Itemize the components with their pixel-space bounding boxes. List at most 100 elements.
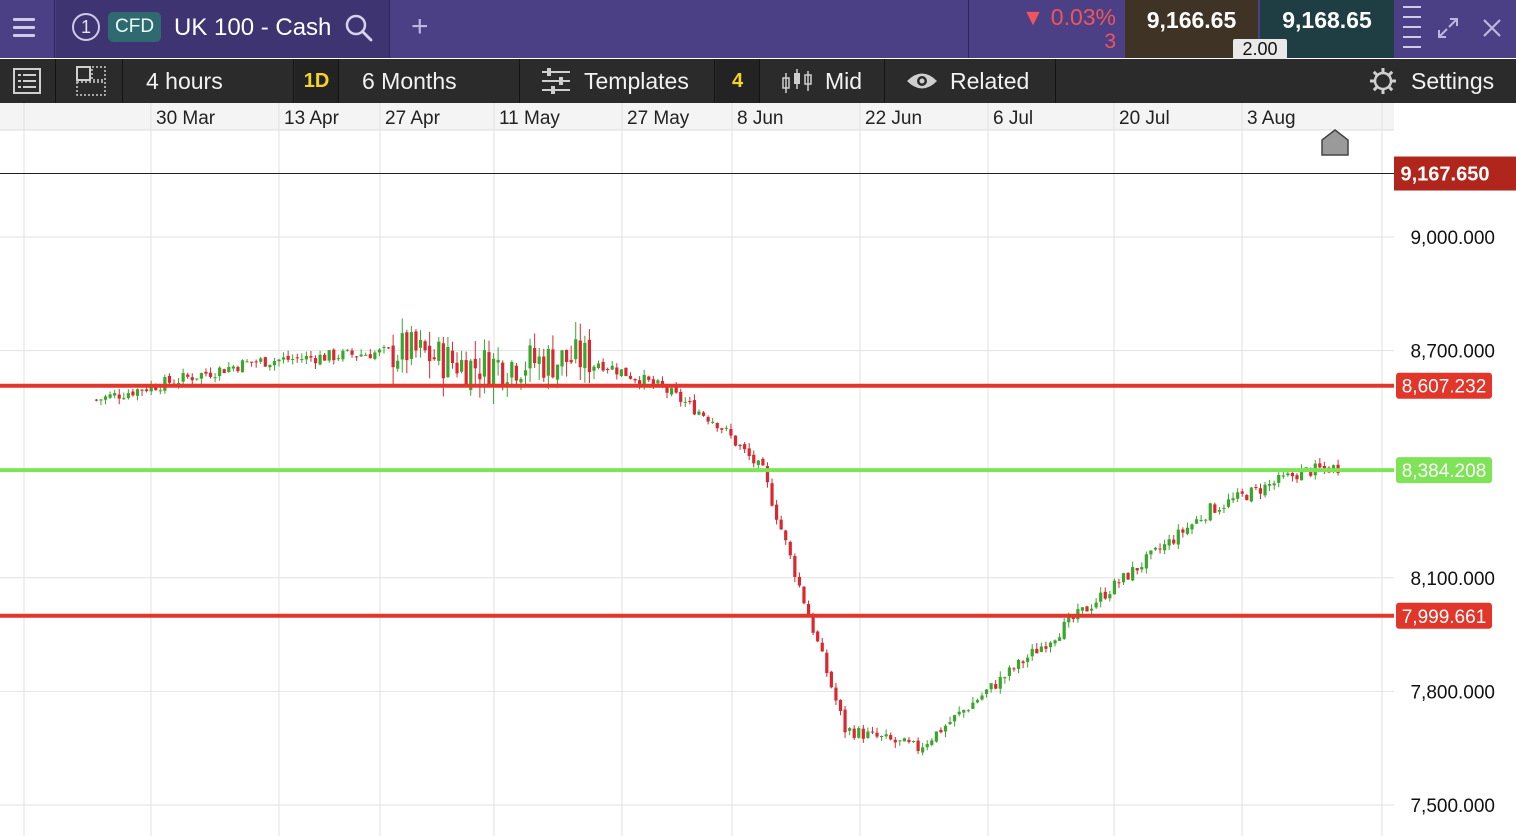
expand-icon[interactable] [1436,16,1460,40]
candle-body [962,710,966,713]
candle-body [1016,659,1021,669]
candle-body [943,725,948,732]
candle-body [889,735,893,740]
layout-button[interactable] [57,59,123,103]
candle-body [181,372,185,382]
candle-body [190,377,194,381]
candle-body [930,740,934,745]
candle-body [1258,488,1263,494]
candle-body [236,366,240,372]
candle-body [1062,621,1066,639]
candle-body [291,358,295,360]
chart-list-button[interactable] [0,59,56,103]
price-type-label: Mid [825,68,863,94]
candle-body [332,349,336,361]
candle-body [784,530,788,541]
candle-body [706,416,710,422]
candle-body [135,389,140,396]
y-tick-label: 7,800.000 [1410,682,1495,703]
candle-body [409,332,413,359]
close-icon[interactable] [1480,16,1504,40]
candle-body [158,390,162,392]
candle-body [569,359,573,363]
interval-1d-button[interactable]: 1D [295,59,339,103]
candle-body [925,744,929,748]
x-tick-label: 8 Jun [737,108,783,129]
candle-body [797,576,802,586]
range-dropdown[interactable]: 6 Months [340,59,520,103]
candle-body [450,350,455,363]
drag-grip[interactable] [1398,0,1426,58]
related-button[interactable]: Related [886,59,1056,103]
candle-body [254,361,258,363]
candle-body [1103,591,1107,599]
candle-body [542,356,546,378]
candle-body [1290,472,1295,477]
x-tick-label: 22 Jun [865,108,922,129]
candle-body [1176,529,1180,545]
tab-number-badge: 1 [72,13,100,41]
candle-body [980,695,984,700]
interval-dropdown[interactable]: 4 hours [124,59,294,103]
candle-body [245,361,249,363]
candle-body [491,358,496,387]
candle-body [1208,503,1212,521]
candle-body [1121,573,1126,583]
candle-body [770,483,774,506]
candle-body [551,349,555,378]
change-percent: ▼ 0.03% [1021,4,1116,30]
candle-body [564,349,569,363]
price-chart[interactable]: 30 Mar 13 Apr 27 Apr 11 May 27 May 8 Jun 22 Ju… [0,103,1516,836]
price-type-dropdown[interactable]: Mid [761,59,885,103]
candle-body [428,345,432,362]
candle-body [838,699,843,712]
candle-body [1185,527,1190,534]
candle-body [437,341,441,361]
candle-body [167,375,172,383]
add-tab-button[interactable]: + [391,0,451,58]
candle-body [1236,492,1240,499]
level-label: 8,384.208 [1402,461,1487,482]
candle-body [861,728,865,739]
candle-body [300,359,304,361]
candle-body [848,728,852,731]
candle-body [1272,483,1276,486]
candle-body [647,376,651,381]
spread-badge: 2.00 [1233,39,1287,59]
menu-button[interactable] [0,0,55,58]
instrument-tab[interactable]: 1 CFD UK 100 - Cash [56,0,390,58]
candle-body [1099,592,1103,602]
candle-body [1304,467,1308,469]
candle-body [281,357,286,360]
candle-body [633,378,637,381]
candle-body [1035,648,1039,654]
candle-body [368,354,372,359]
candle-body [341,350,345,360]
candle-body [1322,466,1326,469]
candle-body [1295,475,1299,480]
candle-body [546,348,550,376]
candle-body [272,361,277,366]
candle-body [350,350,354,355]
candle-body [1190,524,1194,530]
candle-body [218,367,222,376]
candle-body [250,361,254,363]
templates-button[interactable]: Templates [521,59,715,103]
candle-body [1135,568,1139,571]
candle-body [1222,507,1226,509]
settings-button[interactable]: Settings [1357,59,1516,103]
candle-body [122,398,126,400]
candle-body [829,671,833,688]
candle-body [574,339,578,360]
candle-body [715,422,719,429]
candle-body [478,373,482,380]
candle-body [596,363,601,369]
search-icon[interactable] [344,13,374,43]
templates-label: Templates [584,68,689,94]
instrument-name: UK 100 - Cash [174,14,332,41]
candle-body [994,684,998,689]
candle-body [396,360,400,369]
candle-body [1249,487,1253,502]
candle-body [578,340,582,368]
candle-body [825,652,829,674]
